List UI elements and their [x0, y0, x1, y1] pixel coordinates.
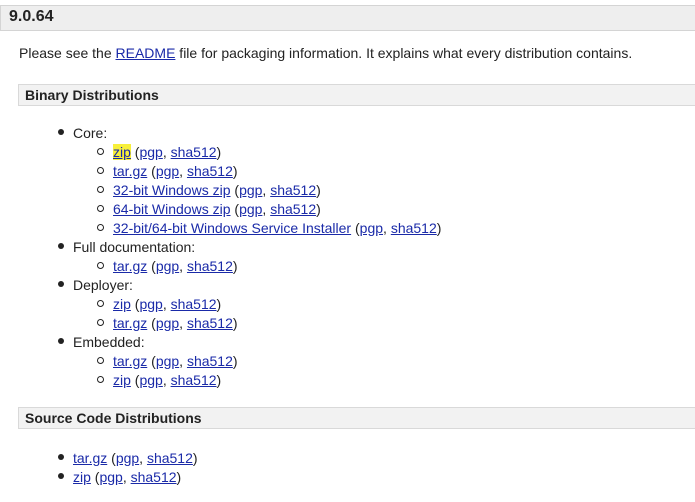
source-targz-link[interactable]: tar.gz	[73, 450, 107, 466]
core-zip-link[interactable]: zip	[113, 144, 131, 160]
bullet-icon	[58, 281, 64, 287]
bullet-icon	[97, 376, 104, 383]
bullet-icon	[58, 243, 64, 249]
deployer-label: Deployer:	[73, 277, 133, 293]
core-win64-link[interactable]: 64-bit Windows zip	[113, 201, 231, 217]
core-installer-pgp-link[interactable]: pgp	[360, 220, 383, 236]
deployer-targz-pgp-link[interactable]: pgp	[156, 315, 179, 331]
core-installer-sha512-link[interactable]: sha512	[391, 220, 437, 236]
embedded-zip-sha512-link[interactable]: sha512	[171, 372, 217, 388]
core-zip-sha512-link[interactable]: sha512	[171, 144, 217, 160]
core-targz-sha512-link[interactable]: sha512	[187, 163, 233, 179]
core-label: Core:	[73, 125, 108, 141]
version-title: 9.0.64	[9, 8, 54, 25]
list-item-core-zip: zip (pgp, sha512)	[113, 144, 222, 160]
list-item-docs-targz: tar.gz (pgp, sha512)	[113, 258, 238, 274]
source-targz-pgp-link[interactable]: pgp	[116, 450, 139, 466]
bullet-icon	[97, 357, 104, 364]
bullet-icon	[58, 129, 64, 135]
source-targz-sha512-link[interactable]: sha512	[147, 450, 193, 466]
source-zip-sha512-link[interactable]: sha512	[131, 469, 177, 485]
binary-distributions-header: Binary Distributions	[18, 84, 695, 106]
bullet-icon	[58, 338, 64, 344]
bullet-icon	[97, 167, 104, 174]
docs-targz-link[interactable]: tar.gz	[113, 258, 147, 274]
list-item-deployer-targz: tar.gz (pgp, sha512)	[113, 315, 238, 331]
embedded-targz-sha512-link[interactable]: sha512	[187, 353, 233, 369]
deployer-targz-link[interactable]: tar.gz	[113, 315, 147, 331]
list-item-core-win32: 32-bit Windows zip (pgp, sha512)	[113, 182, 321, 198]
list-item-source-zip: zip (pgp, sha512)	[73, 469, 182, 485]
list-item-core-win64: 64-bit Windows zip (pgp, sha512)	[113, 201, 321, 217]
deployer-zip-pgp-link[interactable]: pgp	[139, 296, 162, 312]
list-item-source-targz: tar.gz (pgp, sha512)	[73, 450, 198, 466]
list-item-embedded-targz: tar.gz (pgp, sha512)	[113, 353, 238, 369]
full-documentation-label: Full documentation:	[73, 239, 196, 255]
deployer-zip-link[interactable]: zip	[113, 296, 131, 312]
embedded-zip-link[interactable]: zip	[113, 372, 131, 388]
bullet-icon	[97, 224, 104, 231]
embedded-label: Embedded:	[73, 334, 145, 350]
bullet-icon	[97, 148, 104, 155]
core-win32-sha512-link[interactable]: sha512	[270, 182, 316, 198]
core-win64-pgp-link[interactable]: pgp	[239, 201, 262, 217]
source-distributions-title: Source Code Distributions	[25, 410, 202, 426]
list-item-embedded-zip: zip (pgp, sha512)	[113, 372, 222, 388]
deployer-targz-sha512-link[interactable]: sha512	[187, 315, 233, 331]
bullet-icon	[97, 319, 104, 326]
bullet-icon	[97, 205, 104, 212]
core-zip-pgp-link[interactable]: pgp	[139, 144, 162, 160]
source-zip-link[interactable]: zip	[73, 469, 91, 485]
bullet-icon	[97, 300, 104, 307]
docs-targz-sha512-link[interactable]: sha512	[187, 258, 233, 274]
source-distributions-header: Source Code Distributions	[18, 407, 695, 429]
list-item-core-installer: 32-bit/64-bit Windows Service Installer …	[113, 220, 442, 236]
binary-distributions-title: Binary Distributions	[25, 87, 159, 103]
deployer-zip-sha512-link[interactable]: sha512	[171, 296, 217, 312]
embedded-zip-pgp-link[interactable]: pgp	[139, 372, 162, 388]
bullet-icon	[58, 454, 64, 460]
core-win32-pgp-link[interactable]: pgp	[239, 182, 262, 198]
embedded-targz-link[interactable]: tar.gz	[113, 353, 147, 369]
source-zip-pgp-link[interactable]: pgp	[99, 469, 122, 485]
docs-targz-pgp-link[interactable]: pgp	[156, 258, 179, 274]
core-targz-pgp-link[interactable]: pgp	[156, 163, 179, 179]
bullet-icon	[97, 186, 104, 193]
list-item-deployer-zip: zip (pgp, sha512)	[113, 296, 222, 312]
core-win32-link[interactable]: 32-bit Windows zip	[113, 182, 231, 198]
version-header: 9.0.64	[0, 5, 695, 31]
core-installer-link[interactable]: 32-bit/64-bit Windows Service Installer	[113, 220, 351, 236]
bullet-icon	[97, 262, 104, 269]
core-targz-link[interactable]: tar.gz	[113, 163, 147, 179]
core-win64-sha512-link[interactable]: sha512	[270, 201, 316, 217]
intro-text: Please see the README file for packaging…	[19, 45, 633, 61]
readme-link[interactable]: README	[116, 45, 176, 61]
embedded-targz-pgp-link[interactable]: pgp	[156, 353, 179, 369]
list-item-core-targz: tar.gz (pgp, sha512)	[113, 163, 238, 179]
bullet-icon	[58, 473, 64, 479]
